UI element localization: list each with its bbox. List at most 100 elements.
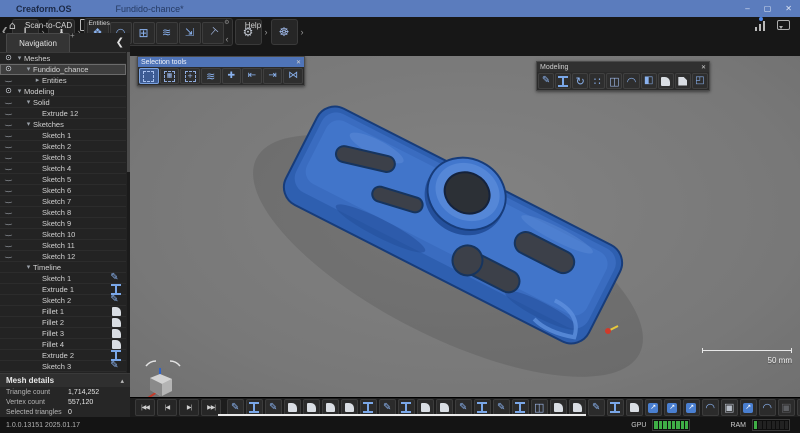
- sidebar-collapse-icon[interactable]: ❮: [116, 37, 124, 48]
- add-tab-icon[interactable]: +: [70, 31, 75, 40]
- viewport-3d[interactable]: Selection tools ✕ Modeling ✕ 50 mm: [130, 56, 800, 397]
- tree-row-fillet-1[interactable]: Fillet 1: [0, 306, 126, 317]
- tree-row-sketch-11[interactable]: Sketch 11: [0, 240, 126, 251]
- modeling-close-icon[interactable]: ✕: [701, 64, 706, 71]
- sketch-tool-button[interactable]: [538, 73, 554, 89]
- moveface-operation-icon[interactable]: [740, 399, 757, 416]
- tree-row-fillet-3[interactable]: Fillet 3: [0, 328, 126, 339]
- fillet-tool-button[interactable]: [658, 73, 674, 89]
- tree-row-sketch-2[interactable]: Sketch 2: [0, 141, 126, 152]
- maximize-button[interactable]: ▢: [764, 4, 772, 13]
- shiftl-tool-button[interactable]: [242, 68, 262, 84]
- expander-down-icon[interactable]: ▾: [15, 54, 24, 62]
- tree-row-sketch-4[interactable]: Sketch 4: [0, 163, 126, 174]
- freeform-tools-expander-icon[interactable]: ›: [300, 27, 305, 37]
- tree-row-sketch-10[interactable]: Sketch 10: [0, 229, 126, 240]
- tree-row-sketch-2[interactable]: Sketch 2: [0, 295, 126, 306]
- meshmove-tool-button[interactable]: [179, 22, 201, 44]
- hammer-tool-button[interactable]: [202, 22, 224, 44]
- moveface-operation-icon[interactable]: [645, 399, 662, 416]
- pattern-tool-button[interactable]: [589, 73, 605, 89]
- tree-row-modeling[interactable]: ▾Modeling: [0, 86, 126, 97]
- scanned-part-mesh[interactable]: [130, 56, 800, 397]
- expander-down-icon[interactable]: ▾: [15, 87, 24, 95]
- tree-row-fillet-2[interactable]: Fillet 2: [0, 317, 126, 328]
- freeform-tools-button[interactable]: [271, 19, 298, 45]
- sketch-operation-icon[interactable]: [588, 399, 605, 416]
- home-icon[interactable]: [6, 19, 19, 32]
- entities-group-options-icon[interactable]: ⚙: [224, 19, 229, 26]
- tree-row-sketch-3[interactable]: Sketch 3: [0, 361, 126, 372]
- expander-down-icon[interactable]: ▾: [24, 65, 33, 73]
- tree-row-sketch-8[interactable]: Sketch 8: [0, 207, 126, 218]
- tree-row-meshes[interactable]: ▾Meshes: [0, 53, 126, 64]
- moveface-operation-icon[interactable]: [664, 399, 681, 416]
- tree-row-sketch-9[interactable]: Sketch 9: [0, 218, 126, 229]
- surfaces-tool-button[interactable]: [156, 22, 178, 44]
- step-forward-button[interactable]: ▶|: [179, 399, 199, 416]
- extrude-icon: [401, 402, 411, 413]
- performance-monitor-icon[interactable]: [755, 20, 767, 31]
- timeline-progress-line[interactable]: [218, 414, 586, 416]
- expander-down-icon[interactable]: ▾: [24, 263, 33, 271]
- tree-row-sketch-1[interactable]: Sketch 1: [0, 273, 126, 284]
- minimize-button[interactable]: –: [745, 4, 749, 13]
- tree-row-sketch-5[interactable]: Sketch 5: [0, 174, 126, 185]
- tree-row-solid[interactable]: ▾Solid: [0, 97, 126, 108]
- feedback-chat-icon[interactable]: [777, 20, 790, 30]
- boundsel-tool-button[interactable]: [283, 68, 303, 84]
- tree-row-sketches[interactable]: ▾Sketches: [0, 119, 126, 130]
- tree-row-fillet-4[interactable]: Fillet 4: [0, 339, 126, 350]
- shell-tool-button[interactable]: [692, 73, 708, 89]
- sketch-icon: [590, 401, 603, 414]
- fillet-operation-icon[interactable]: [626, 399, 643, 416]
- menu-help[interactable]: Help: [240, 19, 266, 32]
- tree-row-sketch-7[interactable]: Sketch 7: [0, 196, 126, 207]
- selection-tools-close-icon[interactable]: ✕: [296, 59, 301, 66]
- chamfer-tool-button[interactable]: [675, 73, 691, 89]
- loft-operation-icon[interactable]: [759, 399, 776, 416]
- rectsel-tool-button[interactable]: [139, 68, 159, 84]
- shiftr-tool-button[interactable]: [263, 68, 283, 84]
- loft-tool-button[interactable]: [623, 73, 639, 89]
- tab-navigation[interactable]: Navigation: [6, 33, 70, 52]
- tree-row-sketch-6[interactable]: Sketch 6: [0, 185, 126, 196]
- step-back-button[interactable]: |◀: [157, 399, 177, 416]
- loft-operation-icon[interactable]: [702, 399, 719, 416]
- cube-dim-operation-icon[interactable]: [778, 399, 795, 416]
- extrude-icon: [477, 402, 487, 413]
- brushsel-tool-button[interactable]: [160, 68, 180, 84]
- revolve-icon: [574, 75, 587, 88]
- tree-row-sketch-1[interactable]: Sketch 1: [0, 130, 126, 141]
- expander-down-icon[interactable]: ▾: [24, 98, 33, 106]
- modeling-titlebar[interactable]: Modeling ✕: [537, 62, 709, 72]
- growsel-tool-button[interactable]: [222, 68, 242, 84]
- go-to-start-button[interactable]: |◀◀: [135, 399, 155, 416]
- cube-operation-icon[interactable]: [721, 399, 738, 416]
- tree-item-label: Sketch 2: [42, 142, 71, 151]
- entities-collapse-icon[interactable]: ‹: [225, 34, 230, 44]
- navigation-tree: ▾Meshes▾Fundido_chance▸Entities▾Modeling…: [0, 52, 126, 374]
- mesh-details-collapse-icon[interactable]: ▴: [120, 377, 124, 385]
- tree-row-fundido-chance[interactable]: ▾Fundido_chance: [0, 64, 126, 75]
- connsel-tool-button[interactable]: [201, 68, 221, 84]
- extrude-operation-icon[interactable]: [607, 399, 624, 416]
- tree-row-sketch-3[interactable]: Sketch 3: [0, 152, 126, 163]
- mirror-tool-button[interactable]: [641, 73, 657, 89]
- close-button[interactable]: ✕: [785, 4, 792, 13]
- expander-right-icon[interactable]: ▸: [33, 76, 42, 84]
- lassosel-tool-button[interactable]: [180, 68, 200, 84]
- orientation-cube[interactable]: [140, 360, 186, 397]
- tree-row-sketch-12[interactable]: Sketch 12: [0, 251, 126, 262]
- expander-down-icon[interactable]: ▾: [24, 120, 33, 128]
- moveface-operation-icon[interactable]: [683, 399, 700, 416]
- tree-row-entities[interactable]: ▸Entities: [0, 75, 126, 86]
- grid-tool-button[interactable]: [133, 22, 155, 44]
- tree-row-extrude-12[interactable]: Extrude 12: [0, 108, 126, 119]
- visibility-eye-icon[interactable]: [2, 250, 15, 263]
- grid-icon: [137, 26, 150, 39]
- selection-tools-titlebar[interactable]: Selection tools ✕: [138, 57, 304, 67]
- split-tool-button[interactable]: [606, 73, 622, 89]
- revolve-tool-button[interactable]: [572, 73, 588, 89]
- extrude-tool-button[interactable]: [555, 73, 571, 89]
